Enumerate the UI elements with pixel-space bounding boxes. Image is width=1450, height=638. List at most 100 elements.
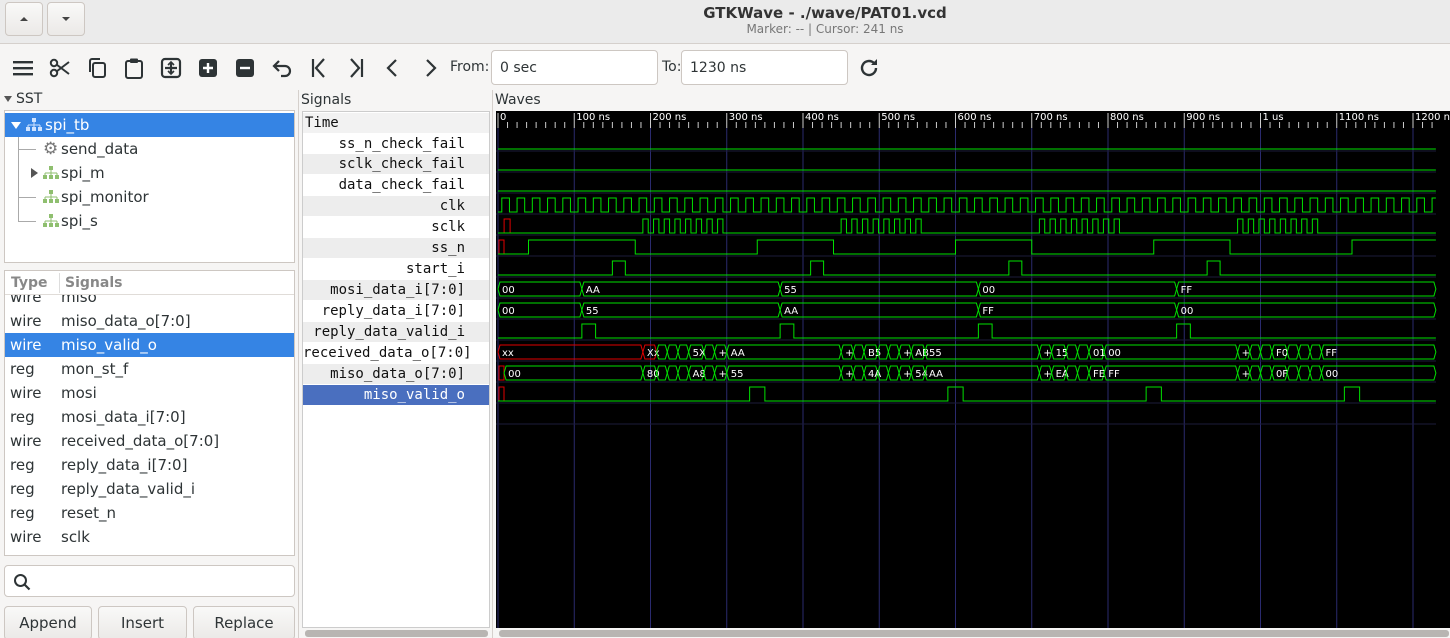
bus-segment <box>666 344 679 360</box>
module-icon <box>43 214 59 227</box>
signal-name[interactable]: data_check_fail <box>303 175 489 195</box>
ruler-label: 0 <box>500 112 506 123</box>
bus-segment <box>1298 365 1311 381</box>
signal-list-row[interactable]: wire sclk <box>5 525 294 549</box>
expander-down-icon <box>4 96 12 102</box>
signal-name[interactable]: start_i <box>303 259 489 279</box>
signal-list-row[interactable]: wire miso_valid_o <box>5 333 294 357</box>
pane-divider[interactable] <box>298 90 299 638</box>
signal-list-row[interactable]: wire miso_data_o[7:0] <box>5 309 294 333</box>
bus-value-label: + <box>719 348 727 359</box>
col-signals-header[interactable]: Signals <box>65 275 122 291</box>
bus-segment <box>1286 365 1300 381</box>
bus-value-label: 55 <box>586 306 599 317</box>
signal-name[interactable]: miso_valid_o <box>303 385 489 405</box>
signal-name[interactable]: ss_n_check_fail <box>303 134 489 154</box>
tree-item-send-data[interactable]: ⚙ send_data <box>5 137 294 161</box>
bus-value-label: + <box>845 369 853 380</box>
signals-scrollbar[interactable] <box>305 630 488 637</box>
waveform-canvas[interactable]: 0 100 ns 200 ns 300 ns 400 ns 500 ns 600 ns 700… <box>496 111 1450 628</box>
bus-value-label: AA <box>784 306 798 317</box>
signal-name[interactable]: ss_n <box>303 238 489 258</box>
from-input[interactable] <box>491 50 658 85</box>
bus-segment <box>726 365 842 381</box>
bus-value-label: 55 <box>784 285 797 296</box>
next-icon[interactable] <box>416 54 444 82</box>
cut-icon[interactable] <box>46 54 74 82</box>
signal-name[interactable]: received_data_o[7:0] <box>303 343 489 363</box>
bus-value-label: F0 <box>1276 348 1288 359</box>
insert-button[interactable]: Insert <box>98 606 187 638</box>
undefined-marker <box>503 218 511 234</box>
signal-list-row[interactable]: reg mosi_data_i[7:0] <box>5 405 294 429</box>
sst-header[interactable]: SST <box>4 91 42 107</box>
tree-item-spi-monitor[interactable]: spi_monitor <box>5 185 294 209</box>
window-subtitle: Marker: -- | Cursor: 241 ns <box>746 22 904 36</box>
ruler-label: 300 ns <box>729 112 763 123</box>
replace-button[interactable]: Replace <box>193 606 295 638</box>
module-icon <box>26 118 42 131</box>
menu-icon[interactable] <box>9 54 37 82</box>
pane-divider[interactable] <box>492 90 493 638</box>
bus-value-label: FF <box>1108 369 1120 380</box>
col-type-header[interactable]: Type <box>11 275 48 291</box>
undo-icon[interactable] <box>268 54 296 82</box>
jump-end-icon[interactable] <box>342 54 370 82</box>
digital-wave <box>498 239 1436 255</box>
signal-list-row[interactable]: reg reply_data_valid_i <box>5 477 294 501</box>
signal-list-row[interactable]: reg mon_st_f <box>5 357 294 381</box>
bus-value-label: xx <box>502 348 514 359</box>
gear-icon: ⚙ <box>43 139 59 159</box>
previous-icon[interactable] <box>379 54 407 82</box>
paste-icon[interactable] <box>120 54 148 82</box>
signal-name[interactable]: clk <box>303 196 489 216</box>
search-icon <box>14 574 31 591</box>
signal-name[interactable]: sclk_check_fail <box>303 154 489 174</box>
bus-segment <box>887 365 900 381</box>
signals-header: Signals <box>301 92 352 108</box>
toolbar: From: To: <box>0 44 1450 90</box>
bus-value-label: 55 <box>731 369 744 380</box>
signal-list-row[interactable]: reg reset_n <box>5 501 294 525</box>
bus-segment <box>677 344 690 360</box>
reload-icon[interactable] <box>855 54 883 82</box>
tree-item-label: send_data <box>61 140 139 158</box>
bus-value-label: FF <box>1181 285 1193 296</box>
ruler-label: 600 ns <box>958 112 992 123</box>
signal-list-row[interactable]: wire received_data_o[7:0] <box>5 429 294 453</box>
signal-name[interactable]: reply_data_i[7:0] <box>303 301 489 321</box>
bus-segment <box>1259 365 1273 381</box>
ruler-label: 800 ns <box>1110 112 1144 123</box>
bus-segment <box>1176 281 1437 297</box>
expander-right-icon[interactable] <box>31 168 38 178</box>
bus-segment <box>497 344 644 360</box>
signal-name[interactable]: miso_data_o[7:0] <box>303 364 489 384</box>
bus-value-label: + <box>903 369 911 380</box>
expander-down-icon <box>11 122 21 129</box>
signal-search-input[interactable] <box>4 565 295 597</box>
bus-segment <box>1076 365 1090 381</box>
zoom-out-icon[interactable] <box>231 54 259 82</box>
waves-pane[interactable]: 0 100 ns 200 ns 300 ns 400 ns 500 ns 600 ns 700… <box>496 111 1450 628</box>
tree-item-spi-s[interactable]: spi_s <box>5 209 294 233</box>
tree-item-spi-m[interactable]: spi_m <box>5 161 294 185</box>
signal-list-row[interactable]: wire mosi <box>5 381 294 405</box>
signal-name[interactable]: reply_data_valid_i <box>303 322 489 342</box>
signals-pane: Time ss_n_check_fail sclk_check_fail dat… <box>302 111 490 628</box>
tree-item-spi-tb[interactable]: spi_tb <box>5 113 294 137</box>
copy-icon[interactable] <box>83 54 111 82</box>
zoom-in-icon[interactable] <box>194 54 222 82</box>
append-button[interactable]: Append <box>4 606 92 638</box>
to-input[interactable] <box>681 50 848 85</box>
signal-name[interactable]: sclk <box>303 217 489 237</box>
ruler-label: 1 us <box>1263 112 1284 123</box>
zoom-fit-icon[interactable] <box>157 54 185 82</box>
bus-segment <box>581 302 781 318</box>
waves-scrollbar[interactable] <box>499 630 1449 637</box>
jump-start-icon[interactable] <box>305 54 333 82</box>
bus-segment <box>1249 365 1262 381</box>
signal-list-row[interactable]: reg reply_data_i[7:0] <box>5 453 294 477</box>
ruler-label: 900 ns <box>1186 112 1220 123</box>
signal-name[interactable]: mosi_data_i[7:0] <box>303 280 489 300</box>
bus-value-label: 00 <box>502 285 515 296</box>
